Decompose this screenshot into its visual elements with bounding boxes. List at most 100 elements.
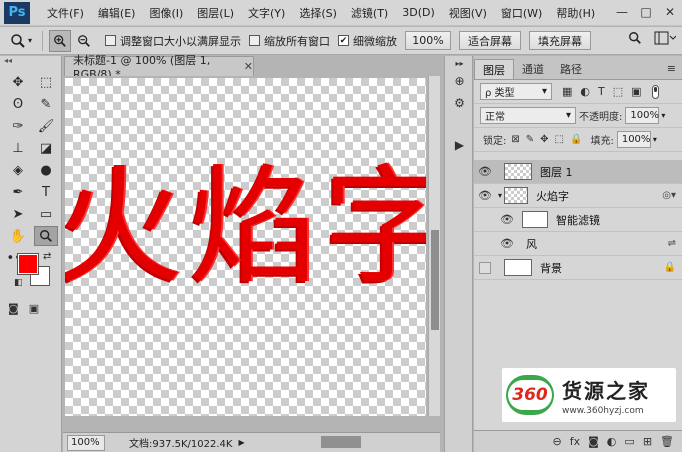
zoom-100-button[interactable]: 100% <box>405 31 451 50</box>
tab-paths[interactable]: 路径 <box>552 59 590 79</box>
lock-pixels-icon[interactable]: ✎ <box>526 134 534 145</box>
type-filter-icon[interactable]: T <box>598 85 605 98</box>
chevron-down-icon[interactable]: ▾ <box>661 111 665 120</box>
checkbox-box[interactable] <box>105 35 116 46</box>
screen-mode-icon[interactable]: ▣ <box>29 302 39 315</box>
pen-tool-icon[interactable]: ✒ <box>6 182 30 202</box>
horizontal-scrollbar-thumb[interactable] <box>321 436 361 448</box>
menu-help[interactable]: 帮助(H) <box>549 5 602 21</box>
filter-toggle[interactable] <box>651 84 659 99</box>
menu-type[interactable]: 文字(Y) <box>241 5 292 21</box>
menu-file[interactable]: 文件(F) <box>40 5 91 21</box>
menu-select[interactable]: 选择(S) <box>292 5 344 21</box>
fx-icon[interactable]: fx <box>570 435 580 448</box>
filter-options-icon[interactable]: ⇌ <box>668 238 676 249</box>
document-tab[interactable]: 未标题-1 @ 100% (图层 1, RGB/8) * ✕ <box>64 54 254 81</box>
menu-filter[interactable]: 滤镜(T) <box>344 5 395 21</box>
panel-menu-icon[interactable]: ≡ <box>667 62 676 75</box>
foreground-color-swatch[interactable] <box>17 253 39 275</box>
eyedropper-tool-icon[interactable]: ✑ <box>6 116 30 136</box>
chevron-down-icon[interactable]: ▾ <box>498 191 502 200</box>
move-tool-icon[interactable]: ✥ <box>6 72 30 92</box>
layer-row[interactable]: 👁 ▾ 火焰字 ◎▾ <box>474 184 682 208</box>
eraser-tool-icon[interactable]: ◪ <box>34 138 58 158</box>
shape-filter-icon[interactable]: ⬚ <box>613 85 623 98</box>
menu-window[interactable]: 窗口(W) <box>494 5 549 21</box>
collapse-arrows-icon[interactable]: ▸▸ <box>445 56 474 70</box>
quick-mask-icon[interactable]: ◙ <box>8 302 19 315</box>
swap-colors-icon[interactable]: ⇄ <box>43 251 51 262</box>
actions-play-icon[interactable]: ▶ <box>445 134 474 156</box>
adjustment-filter-icon[interactable]: ◐ <box>580 85 590 98</box>
close-icon[interactable]: ✕ <box>244 60 253 73</box>
resize-windows-checkbox[interactable]: 调整窗口大小以满屏显示 <box>105 33 241 49</box>
eye-hidden-icon[interactable] <box>474 261 496 274</box>
blend-mode-select[interactable]: 正常 ▾ <box>480 107 576 124</box>
pixel-filter-icon[interactable]: ▦ <box>562 85 572 98</box>
menu-image[interactable]: 图像(I) <box>142 5 190 21</box>
add-mask-icon[interactable]: ◙ <box>588 435 599 448</box>
eye-icon[interactable]: 👁 <box>474 189 496 202</box>
marquee-tool-icon[interactable]: ⬚ <box>34 72 58 92</box>
minimize-button[interactable]: — <box>610 0 634 24</box>
link-layers-icon[interactable]: ⊖ <box>553 435 562 448</box>
zoom-all-windows-checkbox[interactable]: 缩放所有窗口 <box>249 33 330 49</box>
filter-kind-select[interactable]: ρ 类型 ▾ <box>480 83 552 100</box>
eye-icon[interactable]: 👁 <box>474 165 496 178</box>
fit-screen-button[interactable]: 适合屏幕 <box>459 31 521 50</box>
menu-3d[interactable]: 3D(D) <box>395 6 442 19</box>
adjustment-layer-icon[interactable]: ◐ <box>607 435 617 448</box>
lock-position-icon[interactable]: ✥ <box>540 134 548 145</box>
menu-layer[interactable]: 图层(L) <box>190 5 241 21</box>
delete-layer-icon[interactable]: 🗑 <box>660 435 674 448</box>
menu-view[interactable]: 视图(V) <box>442 5 494 21</box>
zoom-level-field[interactable]: 100% <box>67 434 105 451</box>
new-group-icon[interactable]: ▭ <box>624 435 634 448</box>
new-layer-icon[interactable]: ⊞ <box>643 435 652 448</box>
tab-channels[interactable]: 通道 <box>514 59 552 79</box>
zoom-in-button[interactable] <box>49 29 71 52</box>
lock-transparent-icon[interactable]: ⊠ <box>511 134 519 145</box>
checkbox-box[interactable] <box>249 35 260 46</box>
properties-icon[interactable]: ⚙ <box>445 92 474 114</box>
layer-row[interactable]: 👁 风 ⇌ <box>474 232 682 256</box>
lasso-tool-icon[interactable]: ʘ <box>6 94 30 114</box>
tab-layers[interactable]: 图层 <box>474 59 514 79</box>
lock-all-icon[interactable]: 🔒 <box>570 134 582 145</box>
quick-select-tool-icon[interactable]: ✎ <box>34 94 58 114</box>
stamp-tool-icon[interactable]: ⊥ <box>6 138 30 158</box>
rectangle-tool-icon[interactable]: ▭ <box>34 204 58 224</box>
tool-preset-picker[interactable]: ▾ <box>6 30 36 52</box>
opacity-field[interactable]: 100% <box>625 107 660 124</box>
history-icon[interactable]: ⊕ <box>445 70 474 92</box>
default-colors-icon[interactable]: ◧ <box>14 278 23 288</box>
workspace-icon[interactable] <box>654 31 676 45</box>
type-tool-icon[interactable]: T <box>34 182 58 202</box>
fill-field[interactable]: 100% <box>616 131 651 148</box>
eye-icon[interactable]: 👁 <box>496 237 518 250</box>
zoom-tool-icon[interactable] <box>34 226 58 246</box>
brush-tool-icon[interactable]: 🖌 <box>34 116 58 136</box>
vertical-scrollbar[interactable] <box>428 76 440 416</box>
scrubby-zoom-checkbox[interactable]: ✔ 细微缩放 <box>338 33 397 49</box>
layer-row[interactable]: 👁 智能滤镜 <box>474 208 682 232</box>
collapse-arrows-icon[interactable]: ◂◂ <box>0 56 61 68</box>
checkbox-box-checked[interactable]: ✔ <box>338 35 349 46</box>
close-button[interactable]: ✕ <box>658 0 682 24</box>
lock-artboard-icon[interactable]: ⬚ <box>555 134 564 145</box>
menu-edit[interactable]: 编辑(E) <box>91 5 143 21</box>
eye-icon[interactable]: 👁 <box>496 213 518 226</box>
path-select-tool-icon[interactable]: ➤ <box>6 204 30 224</box>
chevron-down-icon[interactable]: ▾ <box>653 135 657 144</box>
zoom-out-button[interactable] <box>73 30 95 52</box>
search-icon[interactable] <box>628 31 642 45</box>
scrollbar-thumb[interactable] <box>431 230 439 330</box>
layer-row[interactable]: 👁 图层 1 <box>474 160 682 184</box>
maximize-button[interactable]: □ <box>634 0 658 24</box>
dodge-tool-icon[interactable]: ● <box>34 160 58 180</box>
chevron-right-icon[interactable]: ▶ <box>238 438 244 447</box>
hand-tool-icon[interactable]: ✋ <box>6 226 30 246</box>
smart-object-filter-icon[interactable]: ▣ <box>631 85 641 98</box>
layer-row[interactable]: 背景 🔒 <box>474 256 682 280</box>
canvas[interactable]: 火焰字 <box>65 78 426 416</box>
